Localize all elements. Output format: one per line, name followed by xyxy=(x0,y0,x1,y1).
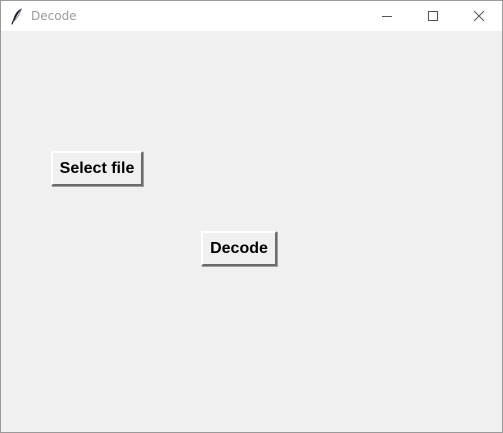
close-button[interactable] xyxy=(456,1,502,31)
minimize-button[interactable] xyxy=(364,1,410,31)
decode-button[interactable]: Decode xyxy=(201,231,277,266)
window-content: Select file Decode xyxy=(1,31,502,432)
title-bar[interactable]: Decode xyxy=(1,1,502,31)
maximize-button[interactable] xyxy=(410,1,456,31)
feather-icon xyxy=(9,7,25,25)
select-file-button[interactable]: Select file xyxy=(51,151,143,186)
window-title: Decode xyxy=(31,9,77,23)
app-window: Decode Select file Decode xyxy=(0,0,503,433)
